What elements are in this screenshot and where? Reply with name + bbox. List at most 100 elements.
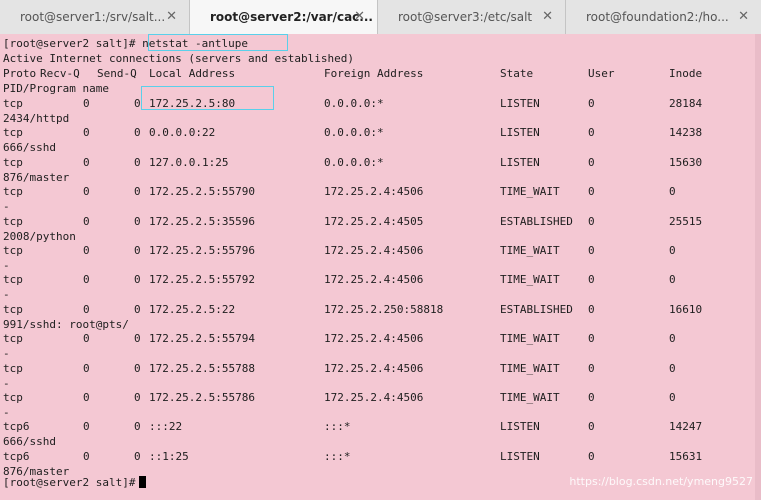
connection-row: tcp 0 0 127.0.0.1:25 0.0.0.0:* LISTEN 0 15630: [3, 155, 758, 170]
final-prompt-line: [root@server2 salt]#: [3, 475, 147, 490]
tab-foundation2[interactable]: root@foundation2:/ho... ✕: [566, 0, 761, 34]
column-header-row: Proto Recv-Q Send-Q Local Address Foreig…: [3, 66, 758, 81]
column-header: Send-Q: [97, 67, 137, 80]
cell-proto: tcp: [3, 215, 23, 228]
cell-inode: 14247: [669, 420, 703, 433]
cell-inode: 15630: [669, 156, 703, 169]
cell-state: LISTEN: [500, 126, 540, 139]
cell-state: ESTABLISHED: [500, 303, 573, 316]
cell-inode: 0: [669, 391, 676, 404]
cell-proto: tcp: [3, 391, 23, 404]
cell-foreign: 0.0.0.0:*: [324, 126, 384, 139]
close-icon[interactable]: ✕: [166, 9, 177, 24]
cell-user: 0: [588, 450, 595, 463]
close-icon[interactable]: ✕: [542, 9, 553, 24]
cell-inode: 16610: [669, 303, 703, 316]
cell-recvq: 0: [83, 391, 90, 404]
cell-local: 0.0.0.0:22: [149, 126, 216, 139]
cell-local: 172.25.2.5:35596: [149, 215, 255, 228]
tab-label: root@foundation2:/ho...: [586, 10, 729, 24]
cell-state: TIME_WAIT: [500, 185, 560, 198]
close-icon[interactable]: ✕: [738, 9, 749, 24]
cell-local: 172.25.2.5:55792: [149, 273, 255, 286]
scrollbar[interactable]: [755, 34, 761, 500]
pid-program: 876/master: [3, 171, 70, 184]
cell-proto: tcp6: [3, 420, 30, 433]
cell-foreign: 172.25.2.4:4505: [324, 215, 424, 228]
terminal-output[interactable]: [root@server2 salt]# netstat -antlupe Ac…: [0, 34, 761, 500]
pid-program: 991/sshd: root@pts/: [3, 318, 129, 331]
tab-label: root@server3:/etc/salt: [398, 10, 533, 24]
cell-foreign: 172.25.2.4:4506: [324, 362, 424, 375]
cell-proto: tcp: [3, 97, 23, 110]
cell-local: 172.25.2.5:55790: [149, 185, 255, 198]
connection-row: tcp 0 0 0.0.0.0:22 0.0.0.0:* LISTEN 0 14238: [3, 125, 758, 140]
tab-server2[interactable]: root@server2:/var/cac... ✕: [190, 0, 378, 34]
cell-sendq: 0: [134, 362, 141, 375]
cell-recvq: 0: [83, 156, 90, 169]
tab-label: root@server2:/var/cac...: [210, 10, 373, 24]
cell-user: 0: [588, 126, 595, 139]
cell-state: TIME_WAIT: [500, 273, 560, 286]
cell-recvq: 0: [83, 332, 90, 345]
cell-local: :::22: [149, 420, 183, 433]
cell-proto: tcp: [3, 126, 23, 139]
cell-foreign: 172.25.2.4:4506: [324, 185, 424, 198]
command-highlight-box: [148, 34, 288, 51]
pid-program: -: [3, 259, 10, 272]
cell-sendq: 0: [134, 97, 141, 110]
cell-recvq: 0: [83, 215, 90, 228]
connection-row: tcp 0 0 172.25.2.5:55794 172.25.2.4:4506 TIME…: [3, 331, 758, 346]
column-header: Foreign Address: [324, 67, 424, 80]
cell-state: TIME_WAIT: [500, 362, 560, 375]
cell-recvq: 0: [83, 185, 90, 198]
cell-user: 0: [588, 420, 595, 433]
prompt: [root@server2 salt]#: [3, 37, 143, 50]
cursor: [139, 476, 147, 488]
cell-state: TIME_WAIT: [500, 391, 560, 404]
column-header: User: [588, 67, 615, 80]
cell-inode: 28184: [669, 97, 703, 110]
pid-header: PID/Program name: [3, 82, 109, 95]
cell-recvq: 0: [83, 244, 90, 257]
cell-sendq: 0: [134, 156, 141, 169]
pid-program: -: [3, 347, 10, 360]
close-icon[interactable]: ✕: [354, 9, 365, 24]
cell-inode: 14238: [669, 126, 703, 139]
cell-local: 172.25.2.5:55796: [149, 244, 255, 257]
cell-user: 0: [588, 215, 595, 228]
cell-sendq: 0: [134, 244, 141, 257]
connection-row: tcp 0 0 172.25.2.5:55790 172.25.2.4:4506 TIME…: [3, 184, 758, 199]
tab-server3[interactable]: root@server3:/etc/salt ✕: [378, 0, 566, 34]
cell-user: 0: [588, 332, 595, 345]
cell-inode: 0: [669, 332, 676, 345]
cell-proto: tcp: [3, 303, 23, 316]
column-header: Proto: [3, 67, 37, 80]
connection-row: tcp 0 0 172.25.2.5:35596 172.25.2.4:4505 ESTA…: [3, 214, 758, 229]
cell-proto: tcp: [3, 244, 23, 257]
pid-program: -: [3, 377, 10, 390]
cell-sendq: 0: [134, 303, 141, 316]
tab-server1[interactable]: root@server1:/srv/salt... ✕: [0, 0, 190, 34]
cell-proto: tcp: [3, 362, 23, 375]
cell-state: TIME_WAIT: [500, 244, 560, 257]
cell-recvq: 0: [83, 303, 90, 316]
cell-state: TIME_WAIT: [500, 332, 560, 345]
cell-local: 172.25.2.5:22: [149, 303, 236, 316]
cell-user: 0: [588, 362, 595, 375]
cell-recvq: 0: [83, 126, 90, 139]
pid-program: -: [3, 288, 10, 301]
cell-state: ESTABLISHED: [500, 215, 573, 228]
cell-inode: 0: [669, 244, 676, 257]
cell-foreign: 172.25.2.4:4506: [324, 244, 424, 257]
cell-recvq: 0: [83, 97, 90, 110]
cell-local: 172.25.2.5:80: [149, 97, 236, 110]
cell-proto: tcp: [3, 156, 23, 169]
connection-row: tcp6 0 0:::22:::* LISTEN 0 14247: [3, 419, 758, 434]
cell-sendq: 0: [134, 450, 141, 463]
cell-state: LISTEN: [500, 420, 540, 433]
column-header: State: [500, 67, 534, 80]
pid-program: 2434/httpd: [3, 112, 70, 125]
cell-foreign: :::*: [324, 420, 351, 433]
cell-user: 0: [588, 391, 595, 404]
